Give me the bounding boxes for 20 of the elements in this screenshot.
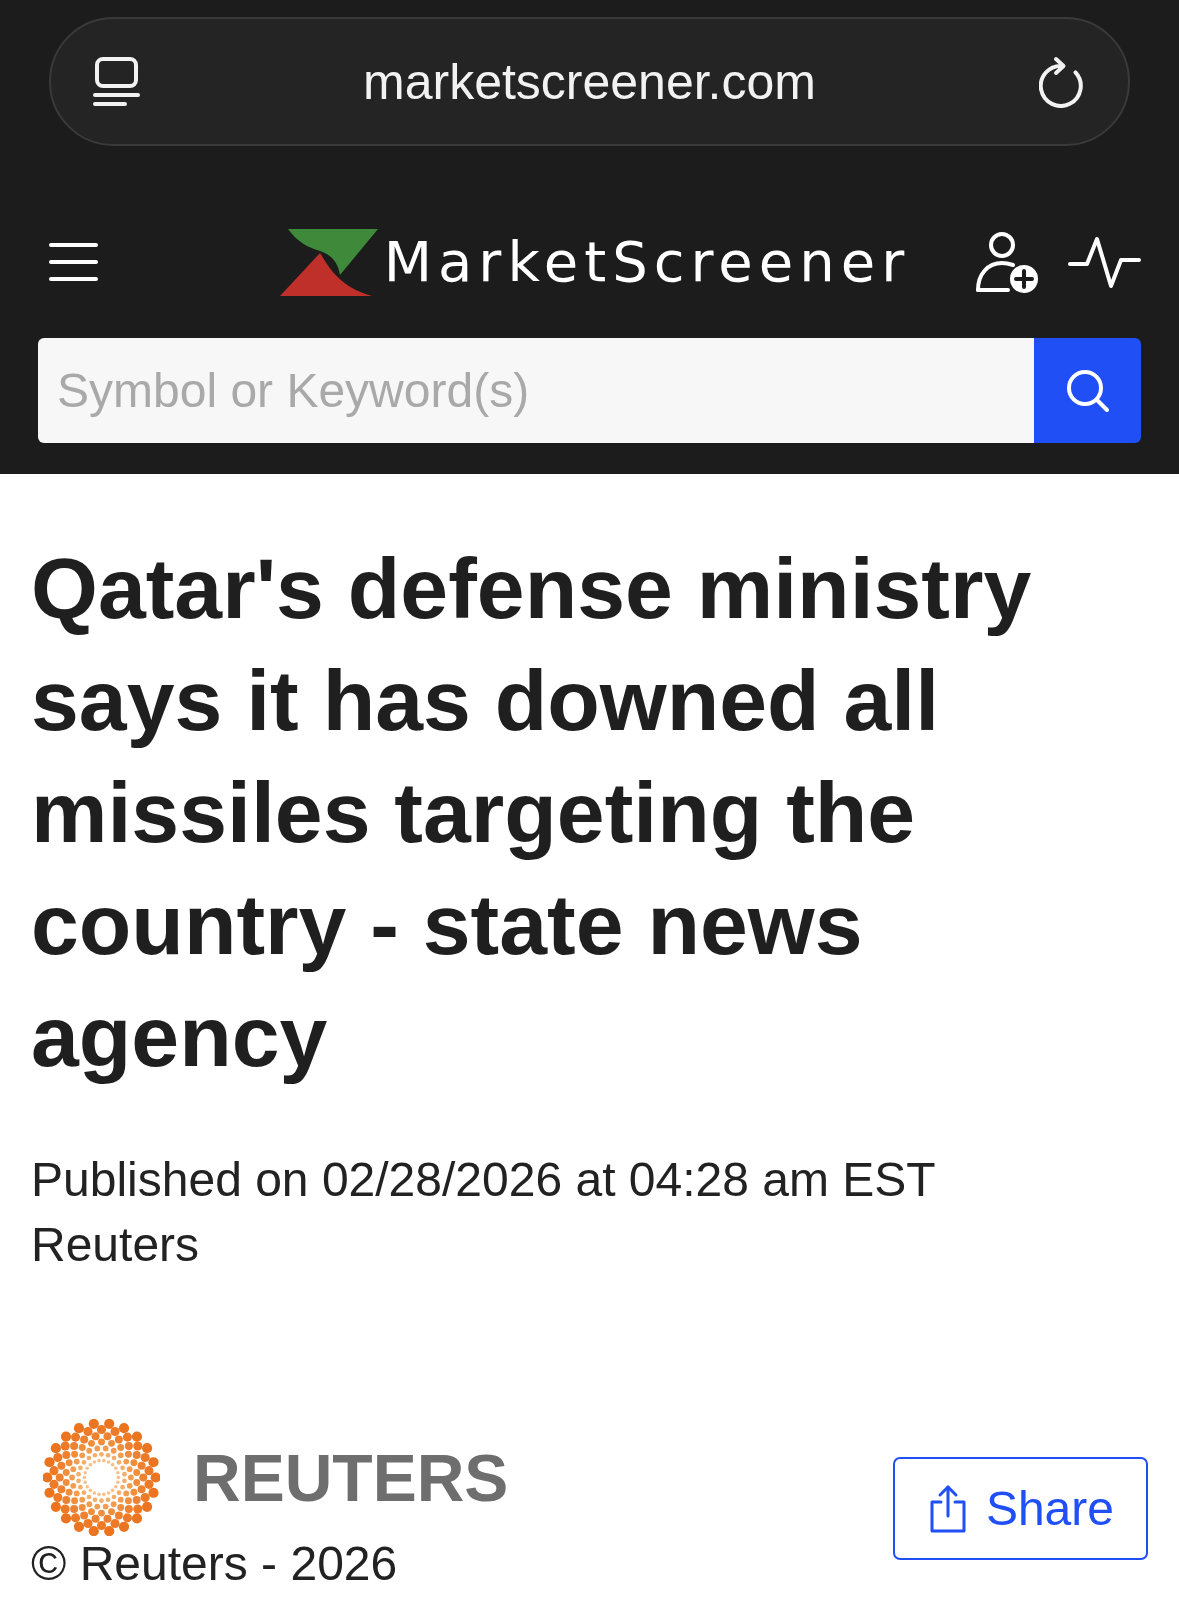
dot-ring-logo-icon — [43, 1419, 160, 1536]
search-button[interactable] — [1034, 338, 1141, 443]
search-field[interactable]: Symbol or Keyword(s) — [38, 338, 1034, 443]
reader-view-icon[interactable] — [93, 56, 140, 107]
address-bar[interactable]: marketscreener.com — [49, 17, 1130, 146]
logo-text: REUTERS — [193, 1439, 509, 1516]
article-source: Reuters — [31, 1217, 201, 1273]
share-button[interactable]: Share — [892, 1457, 1148, 1560]
site-logo[interactable]: MarketScreener — [279, 228, 911, 296]
article-headline: Qatar's defense ministry says it has downed all missiles targeting the country - state news agency — [31, 539, 1033, 1086]
share-icon — [928, 1483, 967, 1534]
add-user-icon[interactable] — [975, 230, 1039, 294]
menu-icon[interactable] — [49, 242, 98, 282]
url-text: marketscreener.com — [362, 52, 817, 112]
pulse-icon[interactable] — [1068, 235, 1141, 289]
search-icon — [1065, 368, 1110, 413]
reload-icon[interactable] — [1039, 55, 1086, 108]
copyright-text: © Reuters - 2026 — [31, 1536, 399, 1592]
logo-mark-icon — [279, 228, 378, 296]
publish-date: Published on 02/28/2026 at 04:28 am EST — [31, 1152, 937, 1208]
